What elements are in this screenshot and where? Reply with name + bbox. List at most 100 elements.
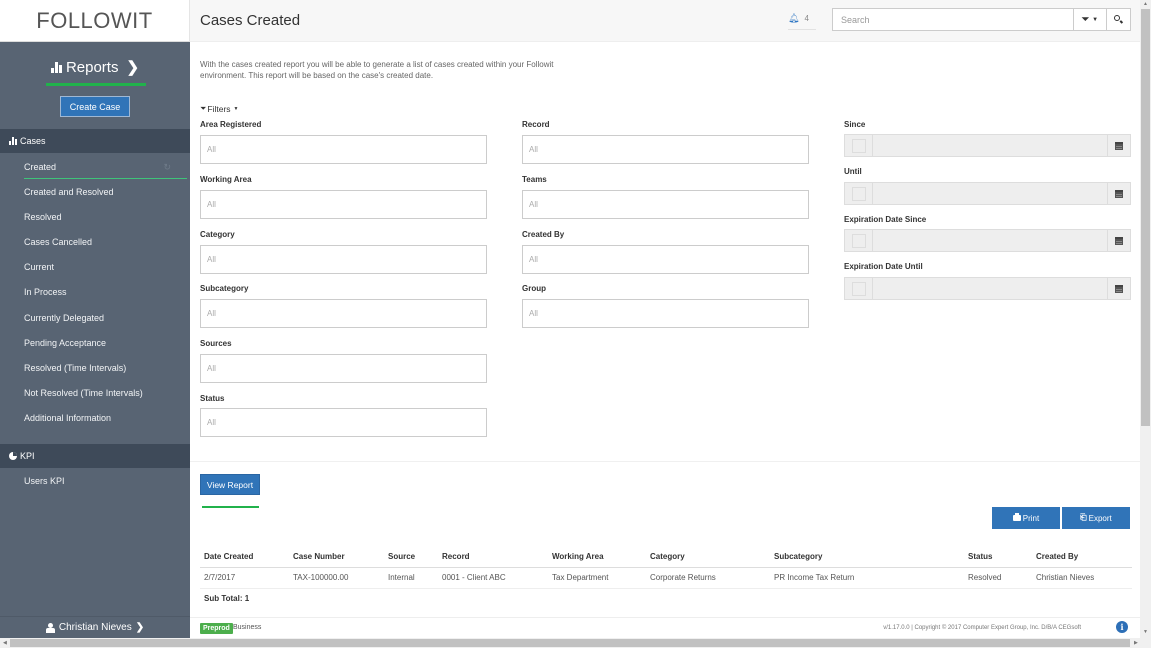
refresh-icon[interactable]: ↻ xyxy=(163,159,171,175)
search-button[interactable] xyxy=(1106,9,1130,30)
expiration-until-calendar-button[interactable] xyxy=(1107,278,1130,299)
calendar-icon xyxy=(1115,236,1123,245)
column-header[interactable]: Date Created xyxy=(200,546,289,568)
column-header[interactable]: Source xyxy=(384,546,438,568)
sidebar-item-resolved[interactable]: Resolved xyxy=(24,209,187,225)
since-calendar-button[interactable] xyxy=(1107,135,1130,156)
expiration-since-calendar-button[interactable] xyxy=(1107,230,1130,251)
view-report-button[interactable]: View Report xyxy=(200,474,260,495)
column-header[interactable]: Category xyxy=(646,546,770,568)
user-menu[interactable]: Christian Nieves ❯ xyxy=(0,616,190,638)
notifications-button[interactable]: 🔔︎ 4 xyxy=(788,13,816,30)
calendar-icon xyxy=(1115,141,1123,150)
info-icon[interactable]: i xyxy=(1116,621,1128,633)
chevron-right-icon: ❯ xyxy=(126,59,140,76)
sidebar-item-currently-delegated[interactable]: Currently Delegated xyxy=(24,310,187,326)
status-select[interactable]: All xyxy=(200,408,487,437)
copyright-text: v/1.17.0.0 | Copyright © 2017 Computer E… xyxy=(883,625,1081,631)
vertical-scroll-thumb[interactable] xyxy=(1141,9,1150,426)
user-name: Christian Nieves xyxy=(58,622,132,633)
logo: FOLLOWIT xyxy=(36,7,153,33)
created-by-label: Created By xyxy=(522,230,565,239)
scroll-down-arrow-icon[interactable]: ▼ xyxy=(1143,629,1148,635)
reports-heading[interactable]: Reports ❯ xyxy=(0,58,190,76)
category-label: Category xyxy=(200,230,235,239)
until-calendar-button[interactable] xyxy=(1107,183,1130,204)
sidebar-section-kpi[interactable]: KPI xyxy=(0,444,190,468)
app-window: FOLLOWIT Reports ❯ Create Case Cases Cre… xyxy=(0,0,1151,648)
chevron-right-icon: ❯ xyxy=(135,622,145,633)
horizontal-scroll-thumb[interactable] xyxy=(10,639,1130,647)
expiration-since-label: Expiration Date Since xyxy=(844,215,927,224)
record-select[interactable]: All xyxy=(522,135,809,164)
column-header[interactable]: Subcategory xyxy=(770,546,964,568)
search-filter-dropdown[interactable]: ⏷ ▼ xyxy=(1073,9,1106,30)
sidebar-item-pending-acceptance[interactable]: Pending Acceptance xyxy=(24,335,187,351)
vertical-scrollbar[interactable]: ▲ ▼ xyxy=(1140,0,1151,638)
search-input[interactable] xyxy=(833,9,1073,30)
scroll-left-arrow-icon[interactable]: ◀ xyxy=(3,640,7,646)
group-label: Group xyxy=(522,284,546,293)
column-header[interactable]: Record xyxy=(438,546,548,568)
column-header[interactable]: Working Area xyxy=(548,546,646,568)
sidebar: FOLLOWIT Reports ❯ Create Case Cases Cre… xyxy=(0,0,190,638)
filters-label: Filters xyxy=(207,104,231,114)
category-select[interactable]: All xyxy=(200,245,487,274)
column-header[interactable]: Case Number xyxy=(289,546,384,568)
expiration-since-date-input[interactable] xyxy=(873,230,1107,251)
teams-select[interactable]: All xyxy=(522,190,809,219)
sidebar-item-cases-cancelled[interactable]: Cases Cancelled xyxy=(24,234,187,250)
scroll-right-arrow-icon[interactable]: ▶ xyxy=(1134,640,1138,646)
filters-toggle[interactable]: ⏷ Filters ▼ xyxy=(200,104,239,114)
nav-label: Created xyxy=(24,162,57,172)
subcategory-select[interactable]: All xyxy=(200,299,487,328)
area-registered-select[interactable]: All xyxy=(200,135,487,164)
cell-date-created: 2/7/2017 xyxy=(200,567,289,589)
expiration-since-date-picker xyxy=(844,229,1131,252)
sidebar-item-not-resolved-time-intervals[interactable]: Not Resolved (Time Intervals) xyxy=(24,385,187,401)
column-header[interactable]: Created By xyxy=(1032,546,1132,568)
table-row[interactable]: 2/7/2017 TAX-100000.00 Internal 0001 - C… xyxy=(200,567,1132,589)
status-label: Status xyxy=(200,394,225,403)
until-date-input[interactable] xyxy=(873,183,1107,204)
bar-chart-icon xyxy=(9,137,17,145)
reports-label: Reports xyxy=(65,58,119,76)
sidebar-item-created[interactable]: Created ↻ xyxy=(24,159,187,179)
reports-underline xyxy=(46,83,146,86)
created-by-select[interactable]: All xyxy=(522,245,809,274)
sidebar-item-users-kpi[interactable]: Users KPI xyxy=(24,473,187,489)
since-date-input[interactable] xyxy=(873,135,1107,156)
working-area-select[interactable]: All xyxy=(200,190,487,219)
column-header[interactable]: Status xyxy=(964,546,1032,568)
cell-case-number: TAX-100000.00 xyxy=(289,567,384,589)
since-checkbox[interactable] xyxy=(845,135,873,156)
working-area-label: Working Area xyxy=(200,175,252,184)
footer: Preprod Business v/1.17.0.0 | Copyright … xyxy=(190,617,1140,638)
expiration-since-checkbox[interactable] xyxy=(845,230,873,251)
sidebar-item-created-and-resolved[interactable]: Created and Resolved xyxy=(24,184,187,200)
sidebar-item-in-process[interactable]: In Process xyxy=(24,284,187,300)
sidebar-section-cases[interactable]: Cases xyxy=(0,129,190,153)
sidebar-item-resolved-time-intervals[interactable]: Resolved (Time Intervals) xyxy=(24,360,187,376)
cell-created-by: Christian Nieves xyxy=(1032,567,1132,589)
sources-select[interactable]: All xyxy=(200,354,487,383)
cell-category: Corporate Returns xyxy=(646,567,770,589)
create-case-button[interactable]: Create Case xyxy=(60,96,130,117)
horizontal-scrollbar[interactable]: ◀ ▶ xyxy=(0,638,1151,648)
user-icon xyxy=(45,622,55,633)
group-select[interactable]: All xyxy=(522,299,809,328)
sidebar-item-additional-information[interactable]: Additional Information xyxy=(24,410,187,426)
subtotal-row: Sub Total: 1 xyxy=(200,588,1132,609)
expiration-until-checkbox[interactable] xyxy=(845,278,873,299)
until-checkbox[interactable] xyxy=(845,183,873,204)
sidebar-item-current[interactable]: Current xyxy=(24,259,187,275)
export-button[interactable]: ⎗ Export xyxy=(1062,507,1130,529)
environment-name: Business xyxy=(233,624,262,631)
expiration-until-date-input[interactable] xyxy=(873,278,1107,299)
expiration-until-label: Expiration Date Until xyxy=(844,262,923,271)
scroll-up-arrow-icon[interactable]: ▲ xyxy=(1143,1,1148,7)
area-registered-label: Area Registered xyxy=(200,120,262,129)
logo-container[interactable]: FOLLOWIT xyxy=(0,0,190,42)
progress-underline xyxy=(202,506,259,508)
print-button[interactable]: Print xyxy=(992,507,1060,529)
